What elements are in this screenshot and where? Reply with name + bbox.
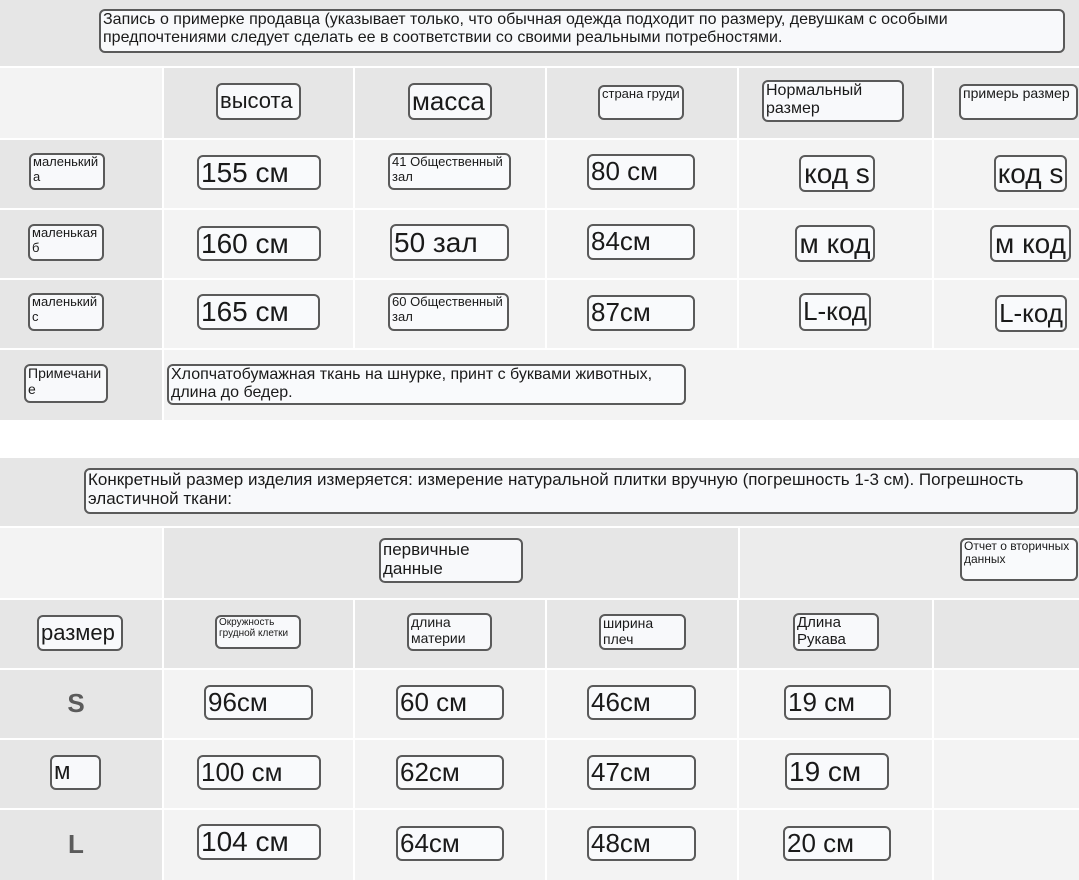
length-l: 64см: [396, 826, 504, 861]
size-s: S: [67, 687, 85, 718]
table-cell: [934, 810, 1079, 880]
header-sleeve: Длина Рукава: [793, 613, 879, 651]
chest-a: 80 см: [587, 154, 695, 190]
header-weight: масса: [408, 83, 492, 120]
row-label-a: маленький а: [29, 153, 105, 190]
fitting-header-corner: [0, 68, 162, 138]
try-c: L-код: [995, 295, 1067, 332]
note-label: Примечание: [24, 364, 108, 403]
size-l: L: [68, 828, 84, 859]
chest-b: 84см: [587, 224, 695, 260]
height-c: 165 см: [197, 294, 320, 330]
measure-header-corner: [0, 528, 162, 598]
row-label-b: маленькая б: [28, 224, 104, 261]
weight-b: 50 зал: [390, 224, 509, 261]
sleeve-s: 19 см: [784, 685, 891, 720]
length-m: 62см: [396, 755, 504, 790]
shoulder-m: 47см: [587, 755, 696, 790]
header-size: размер: [37, 615, 123, 651]
height-a: 155 см: [197, 155, 321, 190]
header-shoulder: ширина плеч: [599, 614, 686, 650]
header-chest-girth: Окружность грудной клетки: [215, 615, 301, 649]
fitting-title: Запись о примерке продавца (указывает то…: [99, 9, 1065, 53]
try-b: м код: [990, 225, 1071, 262]
table-cell: [934, 740, 1079, 808]
measure-header-cell: [934, 600, 1079, 668]
header-height: высота: [216, 83, 301, 120]
height-b: 160 см: [197, 226, 321, 261]
try-a: код s: [994, 155, 1067, 192]
sleeve-l: 20 см: [783, 826, 891, 861]
row-label-c: маленький с: [28, 293, 104, 331]
chest-s: 96см: [204, 685, 313, 720]
length-s: 60 см: [396, 685, 504, 720]
measure-title: Конкретный размер изделия измеряется: из…: [84, 468, 1078, 514]
chest-l: 104 см: [197, 824, 321, 860]
table-cell: [934, 670, 1079, 738]
normal-a: код s: [799, 155, 875, 192]
normal-c: L-код: [799, 293, 871, 331]
normal-b: м код: [795, 225, 875, 262]
chest-c: 87см: [587, 295, 695, 331]
chest-m: 100 см: [197, 755, 321, 790]
weight-c: 60 Общественный зал: [388, 293, 509, 331]
shoulder-l: 48см: [587, 826, 696, 861]
weight-a: 41 Общественный зал: [388, 153, 511, 190]
header-length: длина материи: [407, 613, 492, 651]
size-m: м: [50, 755, 101, 790]
header-chest: страна груди: [598, 85, 684, 120]
header-normal-size: Нормальный размер: [762, 80, 904, 122]
shoulder-s: 46см: [587, 685, 696, 720]
primary-data-label: первичные данные: [379, 538, 523, 583]
header-try-size: примерь размер: [959, 84, 1078, 120]
secondary-data-label: Отчет о вторичных данных: [960, 538, 1078, 581]
sleeve-m: 19 см: [785, 753, 889, 790]
note-text: Хлопчатобумажная ткань на шнурке, принт …: [167, 364, 686, 405]
